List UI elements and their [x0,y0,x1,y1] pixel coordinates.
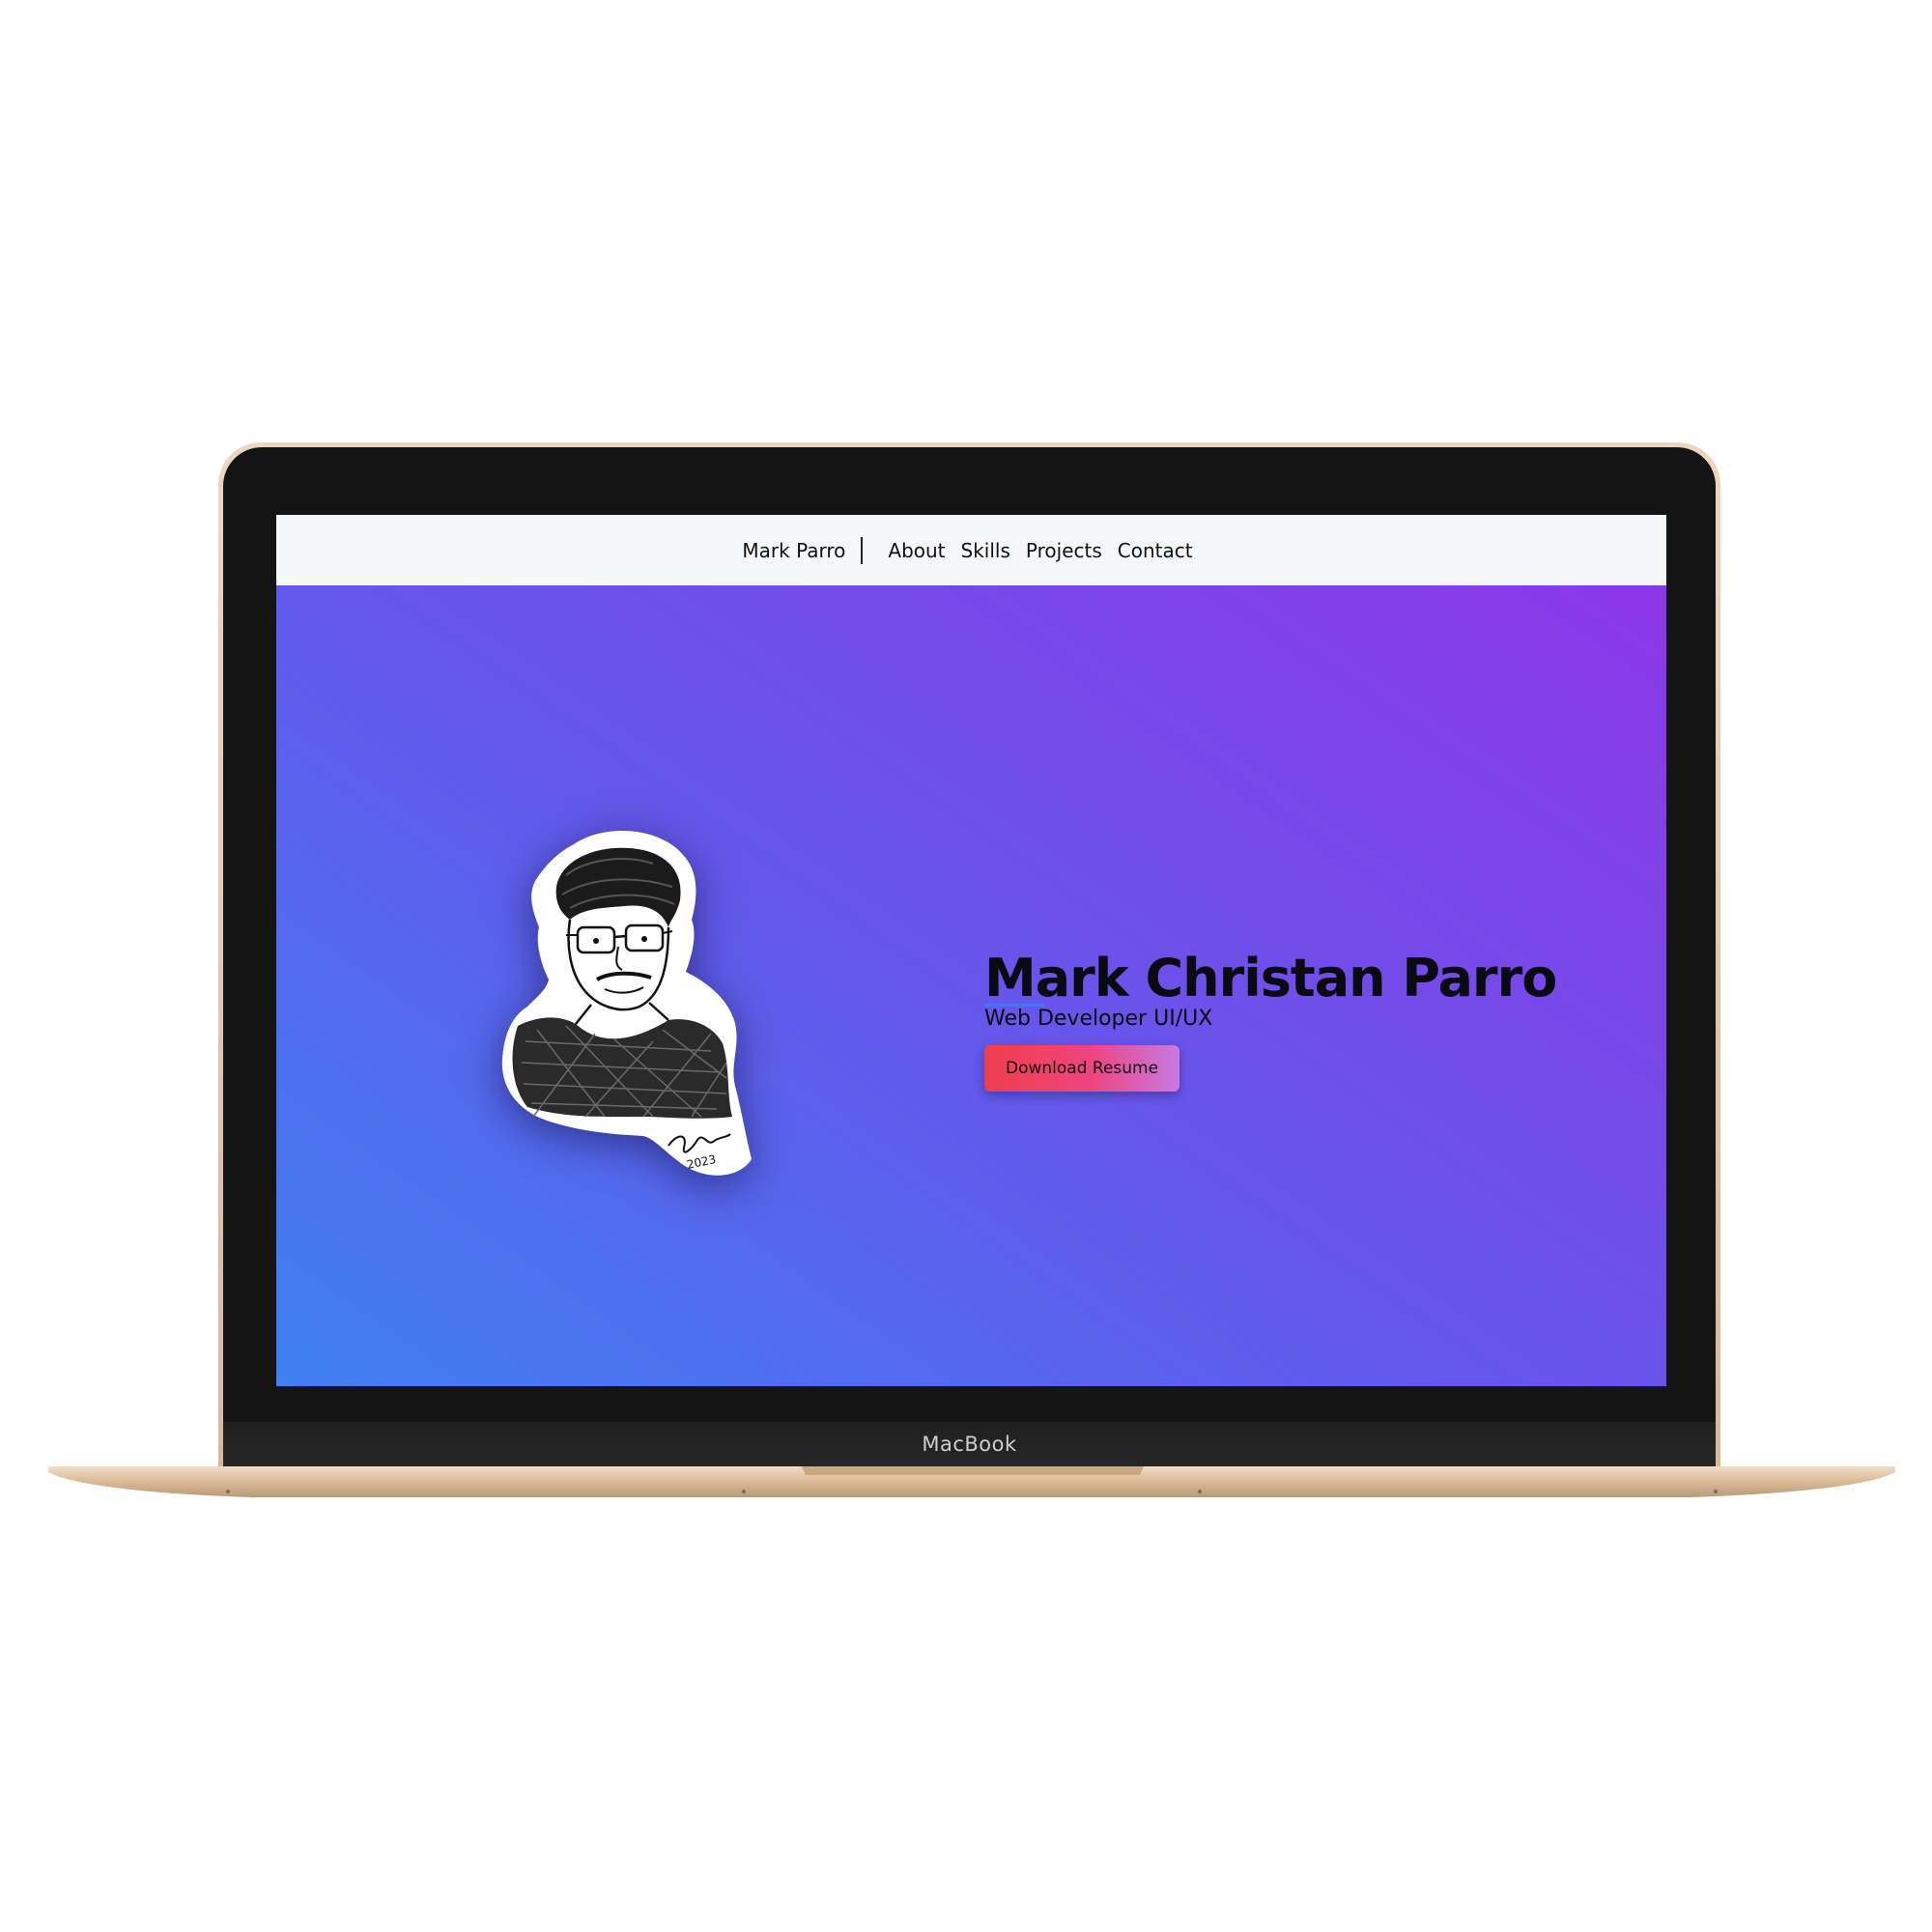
hero-section: 2023 Mark Christan Parro Web Developer U… [276,585,1666,1386]
nav-link-contact[interactable]: Contact [1118,539,1193,562]
device-brand-label: MacBook [922,1433,1017,1456]
nav-divider [861,536,864,564]
laptop-base [48,1466,1895,1497]
laptop-mockup: MacBook Mark Parro About Skills Projects… [0,0,1932,1932]
nav-link-about[interactable]: About [888,539,945,562]
hero-title: Mark Christan Parro [984,948,1557,1009]
nav-brand-link[interactable]: Mark Parro [742,539,861,562]
nav-link-skills[interactable]: Skills [961,539,1010,562]
laptop-chin: MacBook [223,1422,1716,1466]
nav-link-projects[interactable]: Projects [1026,539,1102,562]
top-navbar: Mark Parro About Skills Projects Contact [276,515,1666,585]
download-resume-button[interactable]: Download Resume [984,1045,1180,1092]
laptop-screen: Mark Parro About Skills Projects Contact [276,515,1666,1386]
hero-text-block: Mark Christan Parro Web Developer UI/UX … [984,948,1557,1092]
hero-subtitle: Web Developer UI/UX [984,1007,1213,1031]
portrait-sketch: 2023 [501,831,752,1176]
